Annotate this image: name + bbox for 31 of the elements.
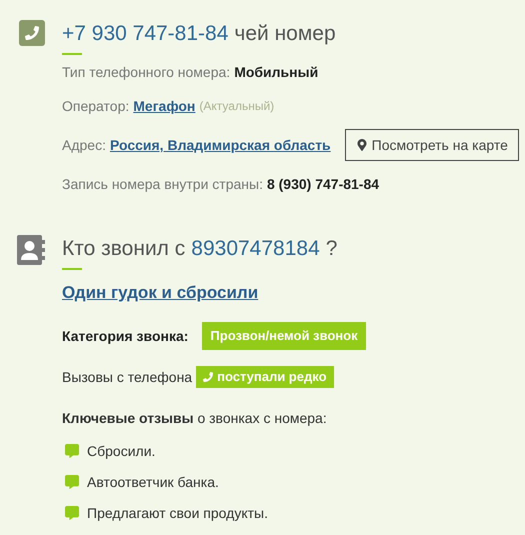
field-label: Адрес:	[62, 136, 106, 154]
field-label: Оператор:	[62, 97, 130, 115]
contact-book-icon	[17, 235, 45, 265]
category-badge: Прозвон/немой звонок	[202, 322, 366, 350]
map-button[interactable]: Посмотреть на карте	[344, 129, 519, 161]
review-text: Сбросили.	[87, 442, 156, 460]
phone-icon	[203, 372, 214, 382]
frequency-badge: поступали редко	[196, 366, 334, 388]
title-text: Кто звонил с	[62, 236, 186, 262]
operator-link[interactable]: Мегафон	[133, 97, 196, 115]
review-text: Предлагают свои продукты.	[87, 504, 268, 522]
field-label: Категория звонка:	[62, 326, 188, 344]
field-label: Запись номера внутри страны:	[62, 175, 263, 193]
field-label: Вызовы с телефона	[62, 368, 192, 386]
review-text: Автоответчик банка.	[87, 472, 219, 490]
comment-icon	[65, 506, 79, 520]
reviews-heading: Ключевые отзывы о звонках с номера:	[62, 410, 327, 426]
map-pin-icon	[356, 139, 368, 151]
phone-number-title: +7 930 747-81-84	[62, 21, 228, 47]
comment-icon	[65, 474, 79, 488]
comment-icon	[65, 444, 79, 458]
title-text: ?	[326, 236, 338, 262]
field-value: Мобильный	[234, 63, 318, 81]
field-value: 8 (930) 747-81-84	[266, 175, 380, 193]
title-text: чей номер	[234, 21, 336, 47]
verdict-link[interactable]: Один гудок и сбросили	[62, 280, 258, 306]
address-link[interactable]: Россия, Владимирская область	[110, 136, 331, 154]
phone-number-title: 89307478184	[191, 236, 320, 262]
field-label: Тип телефонного номера:	[62, 63, 230, 81]
phone-icon	[19, 20, 45, 46]
status-note: (Актуальный)	[199, 98, 274, 115]
